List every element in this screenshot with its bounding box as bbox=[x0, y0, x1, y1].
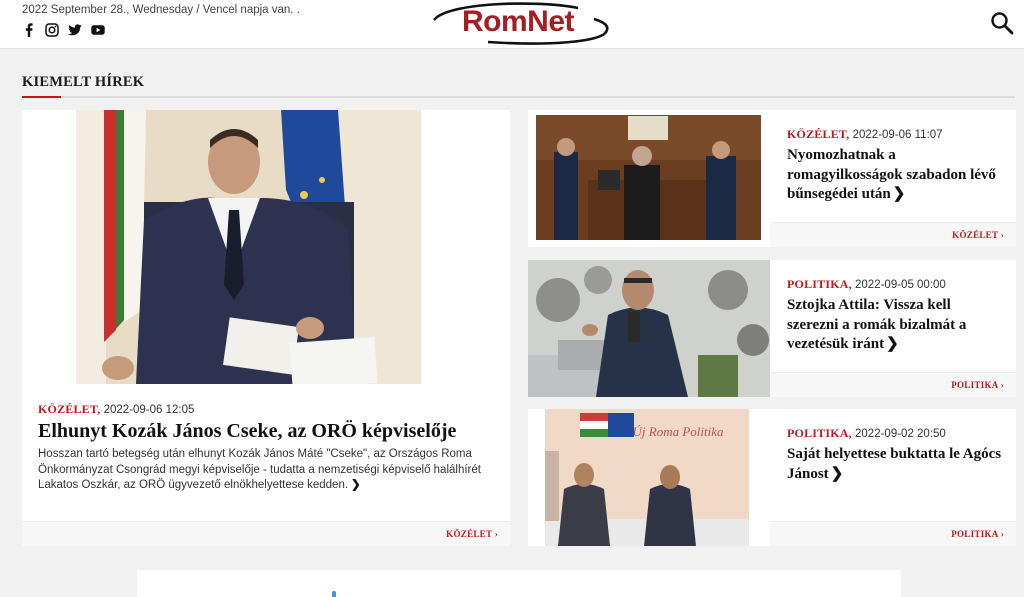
instagram-icon[interactable] bbox=[45, 23, 59, 37]
logo-wordmark: RomNet bbox=[462, 5, 575, 38]
date-nameday-text: 2022 September 28., Wednesday / Vencel n… bbox=[22, 4, 300, 16]
social-links bbox=[22, 23, 105, 37]
side-article-2-tag-label: POLITIKA bbox=[951, 380, 999, 390]
facebook-icon[interactable] bbox=[22, 23, 36, 37]
section-title: KIEMELT HÍREK bbox=[22, 74, 145, 90]
side-article-1-category[interactable]: KÖZÉLET, bbox=[787, 127, 849, 141]
side-article-3-tag-link[interactable]: POLITIKA › bbox=[951, 529, 1004, 539]
side-article-3-category[interactable]: POLITIKA, bbox=[787, 426, 852, 440]
side-article-3-chevron-icon: ❯ bbox=[830, 465, 844, 482]
side-article-1-photo[interactable] bbox=[528, 110, 770, 247]
featured-article-meta: KÖZÉLET, 2022-09-06 12:05 bbox=[38, 402, 194, 417]
twitter-icon[interactable] bbox=[68, 23, 82, 37]
side-article-2-chevron-icon: ❯ bbox=[886, 336, 899, 352]
featured-article-excerpt-text: Hosszan tartó betegség után elhunyt Kozá… bbox=[38, 448, 481, 491]
featured-article-footer: KÖZÉLET › bbox=[22, 521, 510, 546]
featured-article-title[interactable]: Elhunyt Kozák János Cseke, az ORÖ képvis… bbox=[38, 418, 498, 444]
featured-article-tag-label: KÖZÉLET bbox=[446, 529, 493, 539]
side-article-1-title-text: Nyomozhatnak a romagyilkosságok szabadon… bbox=[787, 147, 996, 202]
section-accent-bar bbox=[22, 96, 61, 98]
side-article-2-footer: POLITIKA › bbox=[770, 372, 1016, 397]
side-article-3-tag-label: POLITIKA bbox=[951, 529, 999, 539]
tag-chevron-icon: › bbox=[1000, 529, 1004, 539]
side-article-1-footer: KÖZÉLET › bbox=[770, 222, 1016, 247]
bottom-content-box bbox=[137, 570, 901, 597]
featured-article-category[interactable]: KÖZÉLET, bbox=[38, 402, 100, 416]
side-article-1-tag-link[interactable]: KÖZÉLET › bbox=[952, 230, 1004, 240]
side-article-3-meta: POLITIKA, 2022-09-02 20:50 bbox=[787, 426, 946, 441]
side-article-2-title[interactable]: Sztojka Attila: Vissza kell szerezni a r… bbox=[787, 296, 1002, 355]
section-divider bbox=[22, 96, 1015, 98]
side-article-3-photo[interactable]: Új Roma Politika bbox=[528, 409, 770, 546]
tag-chevron-icon: › bbox=[1000, 380, 1004, 390]
side-article-3-title-text: Saját helyettese buktatta le Agócs János… bbox=[787, 446, 1002, 482]
side-article-2-tag-link[interactable]: POLITIKA › bbox=[951, 380, 1004, 390]
side-article-2-photo[interactable] bbox=[528, 260, 770, 397]
side-article-2-meta: POLITIKA, 2022-09-05 00:00 bbox=[787, 277, 946, 292]
featured-article-photo[interactable] bbox=[76, 110, 421, 384]
search-icon[interactable] bbox=[990, 11, 1014, 35]
side-article-2-datetime: 2022-09-05 00:00 bbox=[855, 279, 946, 291]
side-article-3-title[interactable]: Saját helyettese buktatta le Agócs János… bbox=[787, 445, 1002, 484]
side-article-card-3: Új Roma Politika POLITIKA, 2022-09-02 20… bbox=[528, 409, 1016, 546]
side-article-3-banner-text: Új Roma Politika bbox=[633, 424, 724, 439]
side-article-1-meta: KÖZÉLET, 2022-09-06 11:07 bbox=[787, 127, 943, 142]
youtube-icon[interactable] bbox=[91, 23, 105, 37]
side-article-2-category[interactable]: POLITIKA, bbox=[787, 277, 852, 291]
site-header: 2022 September 28., Wednesday / Vencel n… bbox=[0, 0, 1024, 49]
featured-article-excerpt: Hosszan tartó betegség után elhunyt Kozá… bbox=[38, 447, 494, 494]
featured-article-datetime: 2022-09-06 12:05 bbox=[103, 404, 195, 416]
bottom-box-mark bbox=[332, 591, 336, 597]
side-article-card-1: KÖZÉLET, 2022-09-06 11:07 Nyomozhatnak a… bbox=[528, 110, 1016, 247]
tag-chevron-icon: › bbox=[1000, 230, 1004, 240]
tag-chevron-icon: › bbox=[494, 529, 498, 539]
side-article-1-datetime: 2022-09-06 11:07 bbox=[852, 129, 943, 141]
side-article-3-datetime: 2022-09-02 20:50 bbox=[855, 428, 946, 440]
featured-article-tag-link[interactable]: KÖZÉLET › bbox=[446, 529, 498, 539]
site-logo[interactable]: RomNet bbox=[428, 2, 612, 45]
read-more-chevron-icon[interactable]: ❯ bbox=[351, 479, 361, 491]
side-article-card-2: POLITIKA, 2022-09-05 00:00 Sztojka Attil… bbox=[528, 260, 1016, 397]
side-article-1-tag-label: KÖZÉLET bbox=[952, 230, 999, 240]
side-article-3-footer: POLITIKA › bbox=[770, 521, 1016, 546]
side-article-2-title-text: Sztojka Attila: Vissza kell szerezni a r… bbox=[787, 297, 967, 352]
featured-article-card: KÖZÉLET, 2022-09-06 12:05 Elhunyt Kozák … bbox=[22, 110, 510, 546]
side-article-1-title[interactable]: Nyomozhatnak a romagyilkosságok szabadon… bbox=[787, 146, 1002, 205]
side-article-1-chevron-icon: ❯ bbox=[892, 186, 906, 202]
